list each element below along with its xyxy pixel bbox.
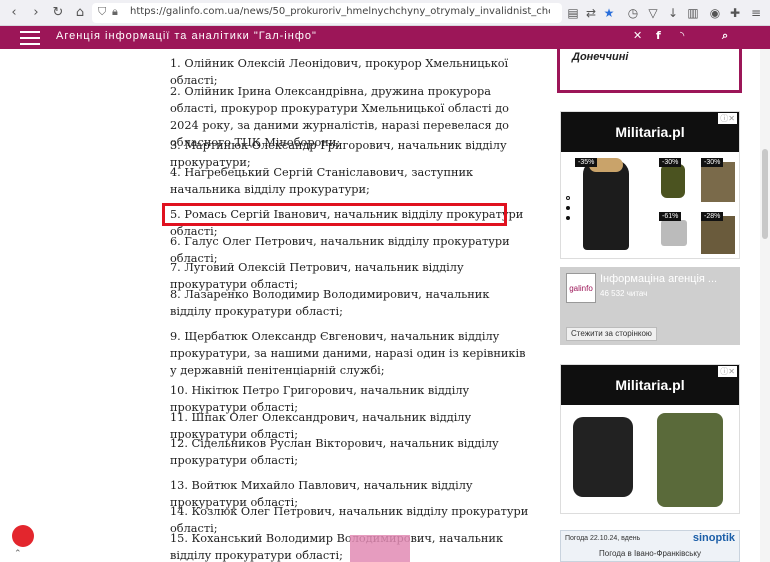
reader-icon[interactable]: ▤ [565, 5, 581, 21]
watch-image[interactable] [573, 417, 633, 497]
ad-banner-militaria-2[interactable]: Militaria.pl ⓘ✕ [560, 364, 740, 514]
jacket-image[interactable] [583, 160, 629, 250]
search-icon[interactable]: ⌕ [722, 29, 728, 43]
carousel-dot[interactable] [566, 216, 570, 220]
discount-badge: -35% [575, 158, 598, 167]
ad-banner-militaria[interactable]: Militaria.pl ⓘ✕ -35% -30% -30% -61% -28% [560, 111, 740, 259]
list-item: 8. Лазаренко Володимир Володимирович, на… [170, 288, 490, 318]
scrollbar-thumb[interactable] [762, 149, 768, 239]
mug-image[interactable] [661, 220, 687, 246]
shield-icon[interactable]: ⛉ [98, 5, 106, 19]
ad-brand[interactable]: Militaria.pl [561, 112, 739, 152]
hamburger-menu-icon[interactable] [20, 31, 40, 45]
library-icon[interactable]: ▥ [685, 5, 701, 21]
weather-date: Погода 22.10.24, вдень [565, 535, 641, 542]
forward-icon[interactable]: › [28, 5, 44, 21]
shirt-image[interactable] [701, 162, 735, 202]
partial-image [350, 535, 410, 562]
history-icon[interactable]: ◷ [625, 5, 641, 21]
account-icon[interactable]: ◉ [707, 5, 723, 21]
menu-icon[interactable]: ≡ [748, 5, 764, 21]
url-text[interactable]: https://galinfo.com.ua/news/50_prokurori… [130, 6, 550, 17]
bookmark-star-icon[interactable]: ★ [601, 5, 617, 21]
chevron-up-icon[interactable]: ⌃ [14, 549, 22, 559]
discount-badge: -30% [701, 158, 724, 167]
discount-badge: -28% [701, 212, 724, 221]
reload-icon[interactable]: ↻ [50, 5, 66, 21]
fb-followers: 46 532 читач [600, 289, 648, 298]
discount-badge: -30% [659, 158, 682, 167]
ad-close-icon[interactable]: ⓘ✕ [718, 366, 737, 377]
ad-close-icon[interactable]: ⓘ✕ [718, 113, 737, 124]
lock-icon[interactable]: 🔒︎ [112, 5, 118, 19]
site-title[interactable]: Агенція інформації та аналітики "Гал-інф… [56, 30, 317, 42]
scrollbar[interactable] [760, 49, 770, 562]
backpack-image[interactable] [657, 413, 723, 507]
facebook-page-widget[interactable]: galinfo Інформаціна агенція ... 46 532 ч… [560, 267, 740, 345]
list-item: 12. Сідельников Руслан Вікторович, начал… [170, 437, 499, 467]
highlight-box [162, 203, 507, 226]
home-icon[interactable]: ⌂ [72, 5, 88, 21]
galinfo-logo[interactable]: galinfo [566, 273, 596, 303]
fb-follow-button[interactable]: Стежити за сторінкою [566, 327, 657, 341]
list-item: 4. Нагребецький Сергій Станіславович, за… [170, 166, 474, 196]
back-icon[interactable]: ‹ [6, 5, 22, 21]
translate-icon[interactable]: ⇄ [583, 5, 599, 21]
list-item: 9. Щербатюк Олександр Євгенович, начальн… [170, 330, 526, 377]
twitter-icon[interactable]: ✕ [633, 29, 642, 42]
sinoptik-logo[interactable]: sinoptik [693, 532, 735, 544]
watch-image[interactable] [661, 164, 685, 198]
rss-icon[interactable]: ◝ [680, 29, 684, 42]
carousel-dot[interactable] [566, 206, 570, 210]
discount-badge: -61% [659, 212, 682, 221]
carousel-dot[interactable] [566, 196, 570, 200]
pocket-icon[interactable]: ▽ [645, 5, 661, 21]
facebook-icon[interactable]: f [656, 29, 661, 42]
notification-bell-icon[interactable] [12, 525, 34, 547]
weather-city[interactable]: Погода в Івано-Франківську [561, 549, 739, 558]
camo-jacket-image[interactable] [701, 216, 735, 254]
browser-toolbar: ‹ › ↻ ⌂ ⛉ 🔒︎ https://galinfo.com.ua/news… [0, 0, 770, 26]
address-bar[interactable]: ⛉ 🔒︎ https://galinfo.com.ua/news/50_prok… [92, 3, 562, 23]
site-header: Агенція інформації та аналітики "Гал-інф… [0, 26, 770, 49]
sidebar-news-text[interactable]: Донеччині [572, 51, 628, 63]
fb-page-title[interactable]: Інформаціна агенція ... [600, 273, 717, 285]
extensions-icon[interactable]: ✚ [727, 5, 743, 21]
downloads-icon[interactable]: ↓ [665, 5, 681, 21]
weather-widget[interactable]: Погода 22.10.24, вдень sinoptik Погода в… [560, 530, 740, 562]
sidebar-news-box[interactable]: Донеччині [557, 49, 742, 93]
ad-brand[interactable]: Militaria.pl [561, 365, 739, 405]
